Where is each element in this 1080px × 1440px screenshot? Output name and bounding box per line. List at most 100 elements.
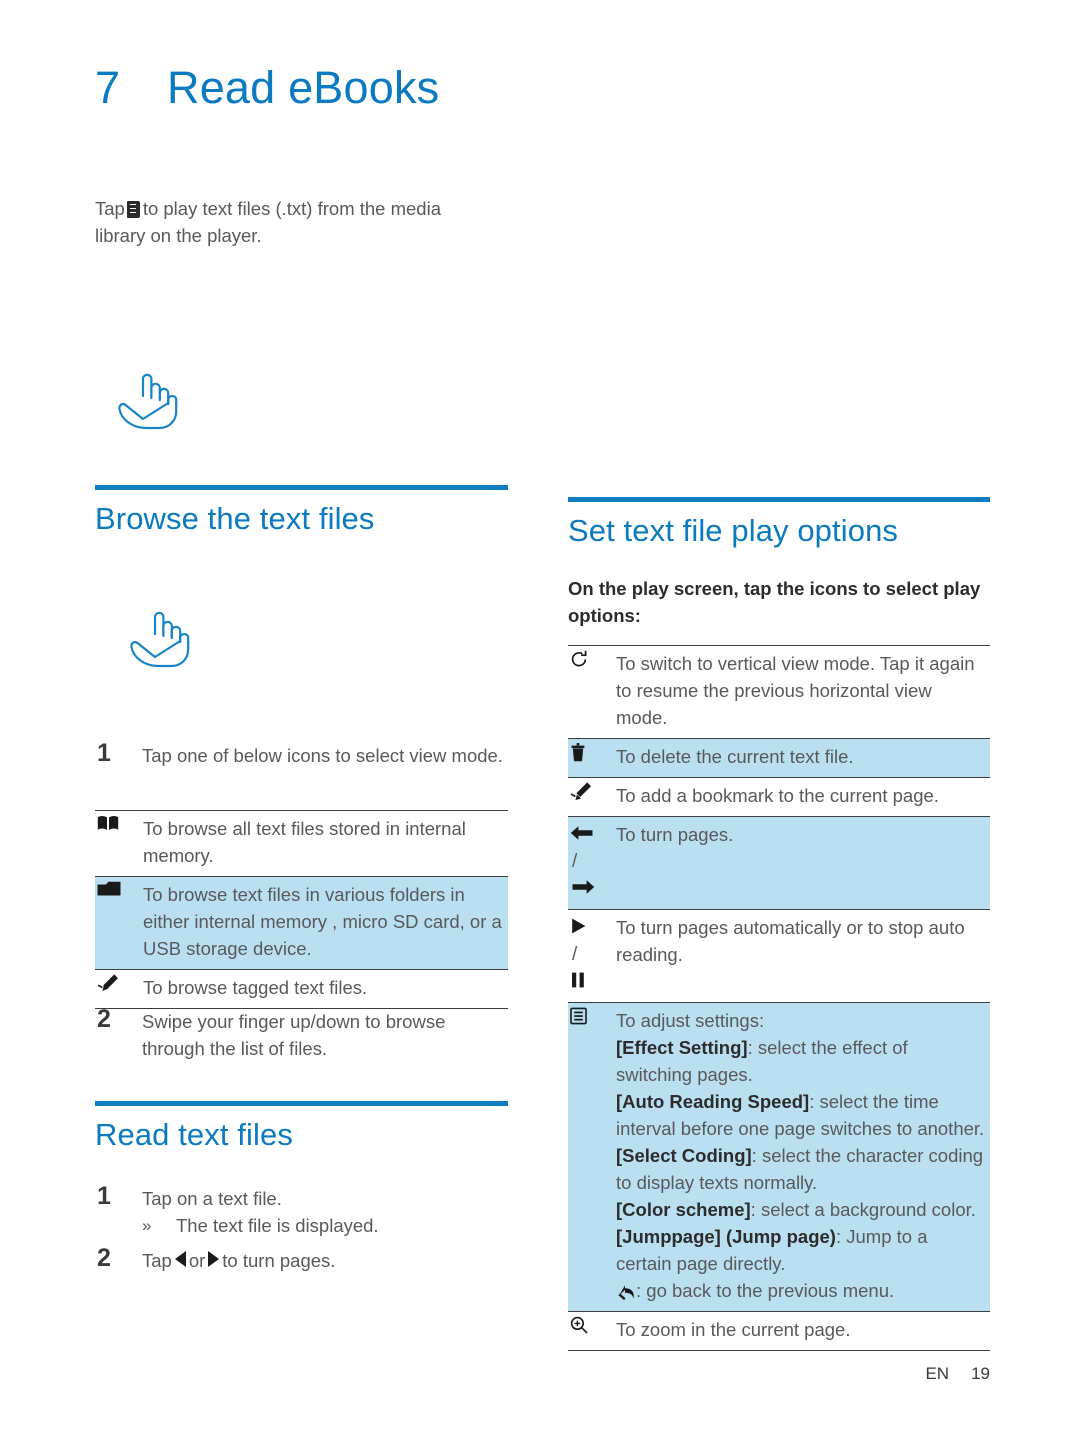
step-text: Swipe your finger up/down to browse thro…	[142, 1011, 446, 1059]
table-cell-description: To browse tagged text files.	[143, 969, 508, 1009]
chapter-title: 7 Read eBooks	[95, 62, 439, 114]
substep-text: The text file is displayed.	[176, 1215, 379, 1236]
table-row[interactable]: To browse all text files stored in inter…	[95, 810, 508, 877]
table-cell-description: To adjust settings: [Effect Setting]: se…	[616, 1002, 990, 1312]
table-cell-description: To add a bookmark to the current page.	[616, 777, 990, 817]
play-pause-icon-cell: /	[568, 909, 616, 1003]
read-step-2: 2 Tap or to turn pages.	[95, 1244, 508, 1274]
setting-entry: [Auto Reading Speed]: select the time in…	[616, 1088, 988, 1142]
settings-intro: To adjust settings:	[616, 1010, 765, 1031]
table-row[interactable]: To browse tagged text files.	[95, 969, 508, 1009]
turn-pages-icon-cell: /	[568, 816, 616, 910]
pause-icon	[570, 968, 616, 995]
zoom-icon-cell	[568, 1311, 616, 1351]
chapter-title-text: Read eBooks	[167, 62, 440, 113]
icon-separator-slash: /	[572, 944, 578, 965]
rotate-icon	[570, 650, 588, 668]
setting-entry: [Effect Setting]: select the effect of s…	[616, 1034, 988, 1088]
settings-back-note: : go back to the previous menu.	[616, 1277, 988, 1304]
intro-text-before: Tap	[95, 197, 125, 219]
book-icon	[97, 815, 119, 831]
table-row[interactable]: / To turn pages.	[568, 816, 990, 910]
setting-text: : select a background color.	[750, 1199, 976, 1220]
setting-entry: [Jumppage] (Jump page): Jump to a certai…	[616, 1223, 988, 1277]
table-cell-description: To browse all text files stored in inter…	[143, 810, 508, 877]
intro-paragraph: Tap to play text files (.txt) from the me…	[95, 195, 495, 249]
play-options-intro: On the play screen, tap the icons to sel…	[568, 578, 981, 626]
arrow-left-icon	[570, 821, 616, 848]
tag-icon	[97, 974, 119, 992]
table-row[interactable]: To browse text files in various folders …	[95, 876, 508, 970]
browse-step-2: 2 Swipe your finger up/down to browse th…	[95, 1005, 508, 1064]
tap-hand-icon	[128, 611, 190, 669]
section-browse-text-files: Browse the text files	[95, 485, 508, 537]
page-footer: EN 19	[925, 1364, 990, 1384]
book-icon-cell	[95, 810, 143, 877]
table-cell-description: To delete the current text file.	[616, 738, 990, 778]
bookmark-tag-icon-cell	[568, 777, 616, 817]
setting-label: [Color scheme]	[616, 1199, 751, 1220]
table-row[interactable]: To switch to vertical view mode. Tap it …	[568, 645, 990, 739]
section-heading-browse: Browse the text files	[95, 501, 375, 536]
step-text: Tap one of below icons to select view mo…	[142, 745, 503, 766]
setting-label: [Jumppage] (Jump page)	[616, 1226, 836, 1247]
play-icon	[570, 914, 616, 941]
section-heading-play-options: Set text file play options	[568, 513, 899, 548]
step-text: Tap on a text file.	[142, 1188, 282, 1209]
trash-icon-cell	[568, 738, 616, 778]
tag-icon-cell	[95, 969, 143, 1009]
play-options-table: To switch to vertical view mode. Tap it …	[568, 645, 990, 1351]
read-substep: » The text file is displayed.	[142, 1212, 508, 1239]
view-mode-icon-table: To browse all text files stored in inter…	[95, 810, 508, 1009]
icon-separator-slash: /	[572, 851, 578, 872]
tap-hand-icon	[116, 373, 178, 431]
settings-list-icon	[570, 1007, 587, 1025]
section-read-text-files: Read text files	[95, 1101, 508, 1153]
substep-marker: »	[142, 1216, 152, 1235]
step2-suffix: to turn pages.	[222, 1250, 336, 1271]
table-row[interactable]: To zoom in the current page.	[568, 1311, 990, 1351]
back-arrow-icon	[616, 1283, 636, 1300]
table-cell-description: To turn pages automatically or to stop a…	[616, 909, 990, 1003]
trash-icon	[570, 743, 586, 762]
table-cell-description: To browse text files in various folders …	[143, 876, 508, 970]
section-set-play-options: Set text file play options	[568, 497, 990, 549]
step2-prefix: Tap	[142, 1250, 172, 1271]
settings-icon-cell	[568, 1002, 616, 1312]
intro-text-after: to play text files (.txt) from the media…	[95, 197, 441, 246]
step-number: 1	[97, 1182, 111, 1210]
setting-label: [Effect Setting]	[616, 1037, 748, 1058]
arrow-right-icon	[570, 875, 616, 902]
footer-page-number: 19	[971, 1364, 990, 1383]
read-steps: 1 Tap on a text file. » The text file is…	[95, 1182, 508, 1276]
zoom-in-icon	[570, 1316, 588, 1334]
setting-label: [Select Coding]	[616, 1145, 752, 1166]
browse-step-1: 1 Tap one of below icons to select view …	[95, 739, 508, 771]
step2-middle: or	[188, 1250, 206, 1271]
read-step-1: 1 Tap on a text file. » The text file is…	[95, 1182, 508, 1239]
table-row[interactable]: To adjust settings: [Effect Setting]: se…	[568, 1002, 990, 1312]
table-row[interactable]: / To turn pages automatically or to stop…	[568, 909, 990, 1003]
bookmark-tag-icon	[570, 782, 592, 800]
step-number: 1	[97, 739, 111, 767]
folder-icon	[97, 881, 121, 898]
table-cell-description: To switch to vertical view mode. Tap it …	[616, 645, 990, 739]
arrow-right-icon	[208, 1251, 220, 1267]
rotate-icon-cell	[568, 645, 616, 739]
chapter-number: 7	[95, 62, 121, 113]
table-row[interactable]: To delete the current text file.	[568, 738, 990, 778]
back-note-text: : go back to the previous menu.	[636, 1280, 895, 1301]
step-number: 2	[97, 1244, 111, 1272]
footer-language: EN	[925, 1364, 950, 1383]
step-number: 2	[97, 1005, 111, 1033]
setting-label: [Auto Reading Speed]	[616, 1091, 810, 1112]
table-cell-description: To zoom in the current page.	[616, 1311, 990, 1351]
section-heading-read: Read text files	[95, 1117, 293, 1152]
step-text: Tap or to turn pages.	[142, 1250, 335, 1271]
table-row[interactable]: To add a bookmark to the current page.	[568, 777, 990, 817]
ebook-icon	[126, 200, 140, 218]
setting-entry: [Select Coding]: select the character co…	[616, 1142, 988, 1196]
document-page: 7 Read eBooks Tap to play text files (.txt…	[0, 0, 1080, 1440]
table-cell-description: To turn pages.	[616, 816, 990, 910]
arrow-left-icon	[174, 1251, 186, 1267]
